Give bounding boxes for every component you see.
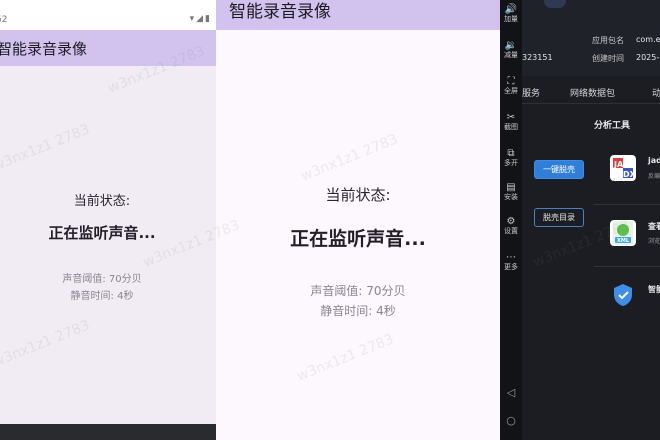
multi-instance-icon: ⧉ bbox=[507, 148, 515, 159]
scissors-icon: ✂ bbox=[506, 112, 516, 123]
unpack-button[interactable]: 一键脱壳 bbox=[534, 160, 584, 179]
volume-down-button[interactable]: 🔉 减量 bbox=[500, 40, 522, 60]
tab-network-packets[interactable]: 网络数据包 bbox=[570, 86, 615, 99]
state-label: 当前状态: bbox=[73, 194, 131, 209]
bottom-bar bbox=[0, 424, 216, 440]
tool-name-smart: 智能 bbox=[648, 285, 660, 294]
tab-dynamic[interactable]: 动 bbox=[652, 86, 660, 99]
emulator-toolbar: 🔊 加量 🔉 减量 ⛶ 全屏 ✂ 截图 ⧉ 多开 ▤ 安装 ⚙ 设置 ⋯ 更多 … bbox=[500, 0, 522, 440]
panel-tabs: 服务 网络数据包 动 bbox=[522, 78, 660, 104]
home-icon[interactable]: ○ bbox=[500, 414, 522, 427]
section-title: 分析工具 bbox=[594, 121, 631, 131]
status-bar: 52 ▾◢▮ bbox=[0, 0, 216, 30]
silence-text: 静音时间: 4秒 bbox=[320, 304, 396, 318]
app-info-header: 323151 应用包名 com.e 创建时间 2025- bbox=[522, 0, 660, 76]
threshold-text: 声音阈值: 70分贝 bbox=[310, 284, 406, 298]
signal-icon: ◢ bbox=[196, 14, 206, 24]
silence-text: 静音时间: 4秒 bbox=[70, 291, 134, 302]
state-label: 当前状态: bbox=[325, 186, 391, 204]
tool-name-jadx: jad bbox=[648, 156, 660, 165]
state-value: 正在监听声音... bbox=[48, 224, 156, 242]
more-button[interactable]: ⋯ 更多 bbox=[500, 252, 522, 272]
fullscreen-button[interactable]: ⛶ 全屏 bbox=[500, 76, 522, 96]
tool-desc-xml: 浏览 bbox=[648, 238, 660, 245]
app-bar: 智能录音录像 bbox=[0, 30, 216, 66]
svg-text:DX: DX bbox=[623, 170, 636, 179]
status-icons: ▾◢▮ bbox=[190, 14, 212, 24]
fullscreen-icon: ⛶ bbox=[507, 76, 515, 87]
app-title: 智能录音录像 bbox=[229, 2, 331, 22]
created-label: 创建时间 bbox=[592, 54, 624, 63]
status-time: 52 bbox=[0, 15, 8, 25]
install-icon: ▤ bbox=[506, 182, 516, 193]
back-icon[interactable]: ◁ bbox=[500, 386, 522, 399]
package-label: 应用包名 bbox=[592, 36, 624, 45]
svg-text:JA: JA bbox=[613, 160, 624, 169]
threshold-text: 声音阈值: 70分贝 bbox=[62, 274, 142, 285]
multi-instance-button[interactable]: ⧉ 多开 bbox=[500, 148, 522, 168]
xml-file-icon[interactable]: XML bbox=[610, 220, 636, 246]
state-value: 正在监听声音... bbox=[290, 228, 426, 250]
center-phone-screen: 智能录音录像 当前状态: 正在监听声音... 声音阈值: 70分贝 静音时间: … bbox=[216, 0, 500, 440]
left-phone-screen: 52 ▾◢▮ 智能录音录像 当前状态: 正在监听声音... 声音阈值: 70分贝… bbox=[0, 0, 216, 440]
created-value: 2025- bbox=[636, 53, 660, 62]
app-id-text: 323151 bbox=[522, 53, 553, 62]
divider bbox=[594, 204, 660, 205]
app-title: 智能录音录像 bbox=[0, 40, 88, 58]
more-icon: ⋯ bbox=[506, 252, 516, 263]
screen: 52 ▾◢▮ 智能录音录像 当前状态: 正在监听声音... 声音阈值: 70分贝… bbox=[0, 0, 660, 440]
divider bbox=[594, 266, 660, 267]
battery-icon: ▮ bbox=[205, 14, 212, 24]
shield-icon[interactable] bbox=[610, 282, 636, 308]
settings-button[interactable]: ⚙ 设置 bbox=[500, 216, 522, 236]
analysis-panel: 323151 应用包名 com.e 创建时间 2025- 服务 网络数据包 动 … bbox=[522, 0, 660, 440]
volume-down-icon: 🔉 bbox=[504, 40, 518, 51]
jadx-icon[interactable]: JA DX bbox=[610, 155, 637, 181]
unpack-dir-button[interactable]: 脱壳目录 bbox=[534, 208, 584, 227]
settings-icon: ⚙ bbox=[506, 216, 516, 227]
svg-text:XML: XML bbox=[617, 238, 630, 244]
tab-services[interactable]: 服务 bbox=[522, 86, 540, 99]
app-logo bbox=[544, 0, 566, 8]
package-value: com.e bbox=[636, 35, 660, 44]
screenshot-button[interactable]: ✂ 截图 bbox=[500, 112, 522, 132]
install-button[interactable]: ▤ 安装 bbox=[500, 182, 522, 202]
app-bar: 智能录音录像 bbox=[216, 0, 500, 30]
volume-up-icon: 🔊 bbox=[504, 4, 518, 15]
tool-name-xml: 查看 bbox=[648, 222, 660, 231]
volume-up-button[interactable]: 🔊 加量 bbox=[500, 4, 522, 24]
tool-desc-jadx: 反编 bbox=[648, 173, 660, 180]
